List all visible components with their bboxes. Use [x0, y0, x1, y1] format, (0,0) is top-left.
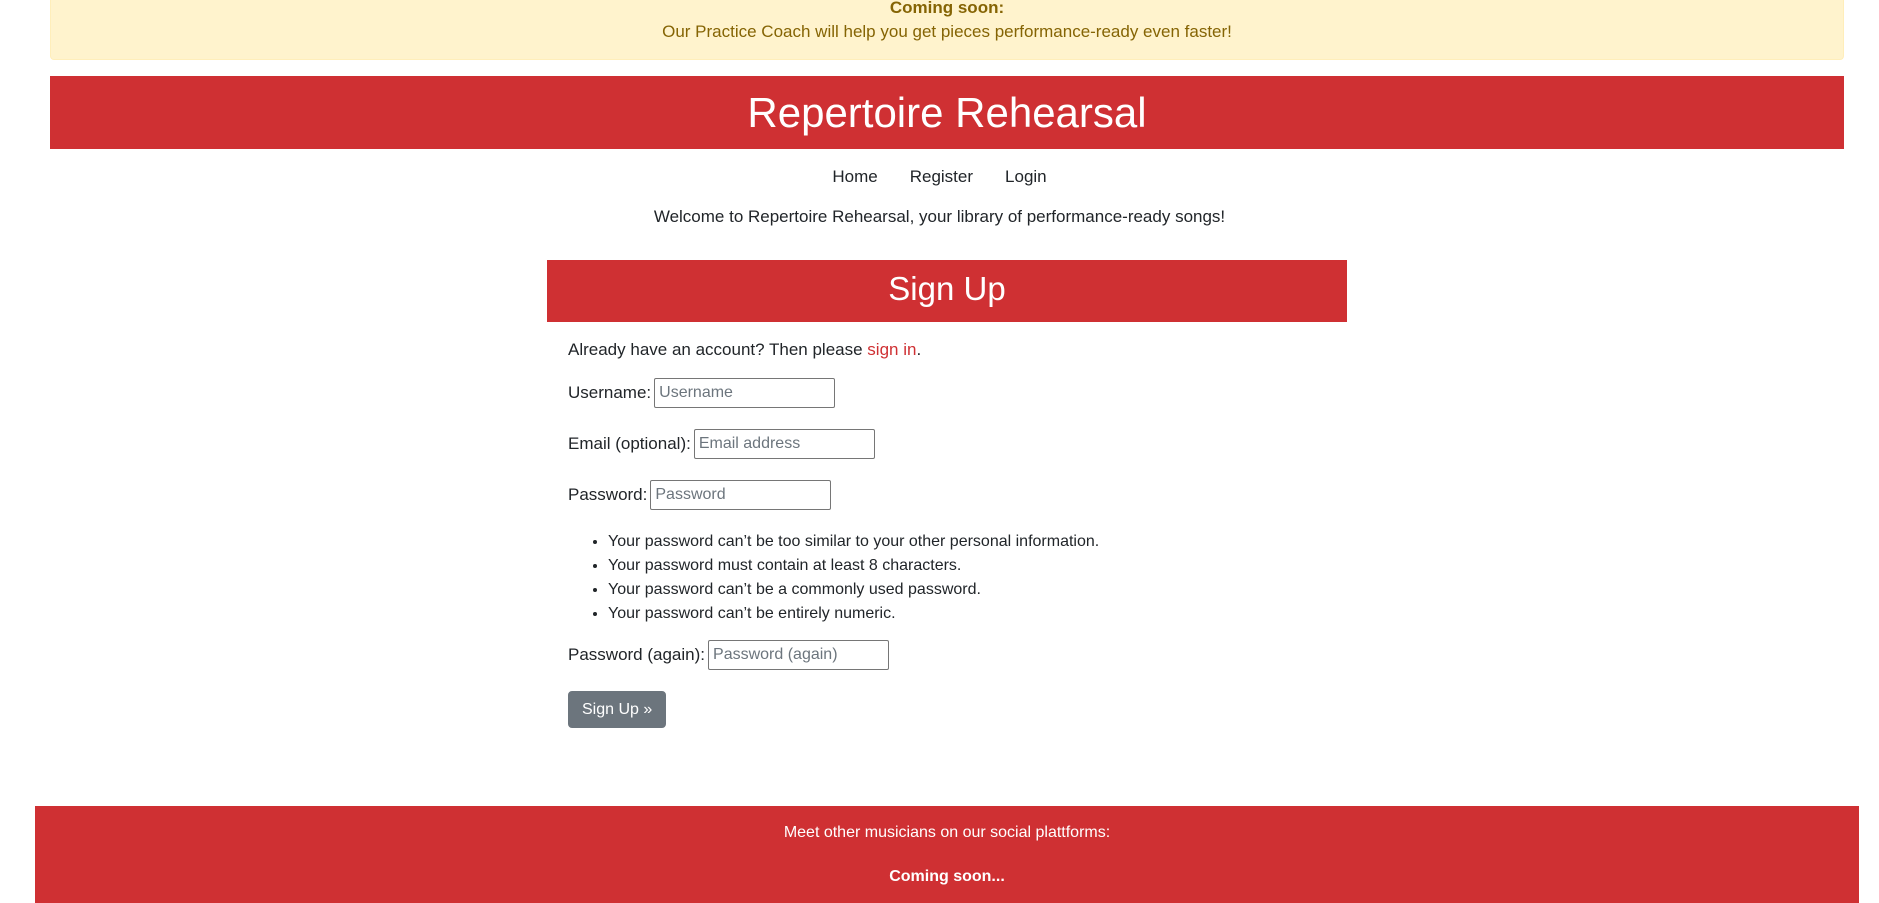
password-help-item: Your password can’t be too similar to yo… [608, 530, 1328, 554]
site-footer: Meet other musicians on our social platt… [35, 806, 1859, 903]
password-help-list: Your password can’t be too similar to yo… [568, 530, 1328, 626]
signup-form: Already have an account? Then please sig… [568, 336, 1328, 728]
signup-title: Sign Up [888, 270, 1006, 307]
password-again-row: Password (again): [568, 640, 1328, 670]
password-label: Password: [568, 485, 648, 504]
password-again-label: Password (again): [568, 645, 706, 664]
already-suffix: . [916, 340, 922, 359]
already-prefix: Already have an account? Then please [568, 340, 868, 359]
coming-soon-banner: Coming soon: Our Practice Coach will hel… [50, 0, 1844, 60]
sign-in-link[interactable]: sign in [867, 340, 916, 359]
username-label: Username: [568, 383, 652, 402]
banner-heading: Coming soon: [889, 0, 1005, 17]
footer-text: Meet other musicians on our social platt… [783, 824, 1111, 841]
footer-coming-soon: Coming soon... [889, 868, 1005, 885]
site-header: Repertoire Rehearsal [50, 76, 1844, 149]
email-row: Email (optional): [568, 429, 1328, 459]
page: Coming soon: Our Practice Coach will hel… [0, 0, 1879, 903]
password-input[interactable] [650, 480, 832, 510]
banner-text: Our Practice Coach will help you get pie… [662, 22, 1232, 41]
password-help-item: Your password can’t be a commonly used p… [608, 578, 1328, 602]
email-label: Email (optional): [568, 434, 691, 453]
password-row: Password: [568, 480, 1328, 510]
main-nav: Home Register Login [0, 164, 1879, 190]
already-have-account: Already have an account? Then please sig… [568, 336, 1328, 364]
username-input[interactable] [654, 378, 836, 408]
site-title: Repertoire Rehearsal [747, 89, 1147, 136]
password-again-input[interactable] [708, 640, 890, 670]
password-help-item: Your password can’t be entirely numeric. [608, 602, 1328, 626]
password-help-item: Your password must contain at least 8 ch… [608, 554, 1328, 578]
sign-up-button[interactable]: Sign Up » [568, 691, 667, 728]
nav-login-link[interactable]: Login [989, 164, 1063, 190]
welcome-message: Welcome to Repertoire Rehearsal, your li… [653, 207, 1226, 226]
username-row: Username: [568, 378, 1328, 408]
nav-home-link[interactable]: Home [816, 164, 893, 190]
signup-header: Sign Up [547, 260, 1347, 322]
email-input[interactable] [693, 429, 875, 459]
nav-register-link[interactable]: Register [894, 164, 989, 190]
